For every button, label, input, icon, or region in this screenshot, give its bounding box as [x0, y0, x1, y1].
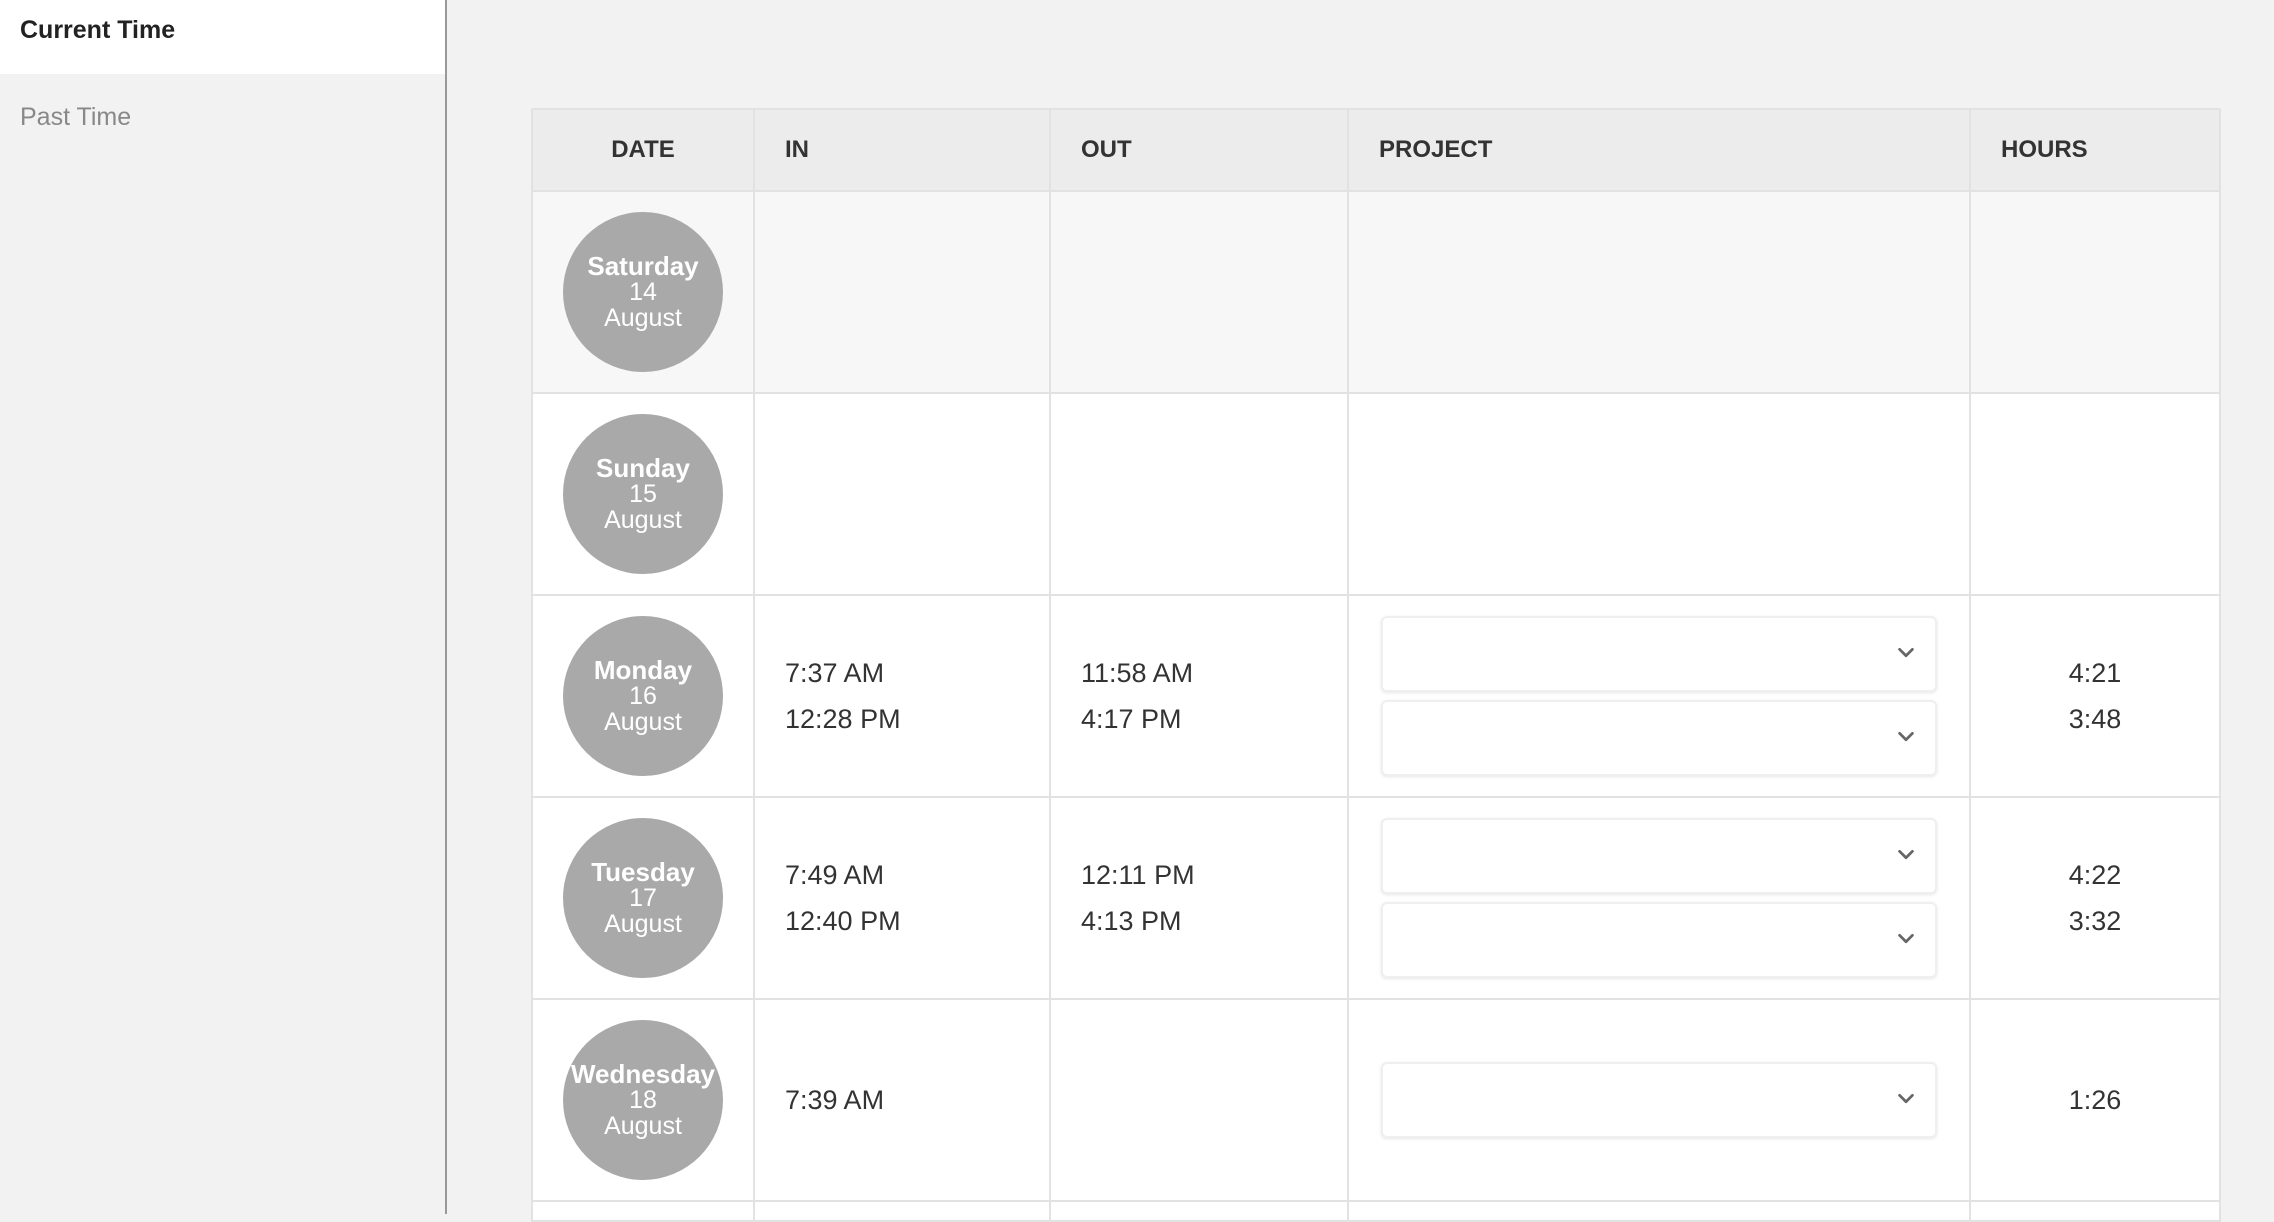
date-weekday: Monday	[593, 655, 693, 685]
table-row: Sunday 15 August	[531, 392, 2221, 596]
time-out: 11:58 AM	[1081, 658, 1194, 688]
project-select[interactable]	[1381, 902, 1937, 978]
time-out: 12:11 PM	[1081, 860, 1195, 890]
date-badge: Wednesday 18 August	[563, 1020, 723, 1180]
date-day-number: 16	[629, 682, 657, 710]
main-content: DATE IN OUT PROJECT HOURS Saturday 14 Au…	[449, 0, 2274, 1222]
date-cell: Tuesday 17 August	[531, 796, 755, 1000]
date-badge: Sunday 15 August	[563, 414, 723, 574]
hours-value: 4:21	[2068, 658, 2122, 688]
date-cell: Saturday 14 August	[531, 190, 755, 394]
hours-cell: 1:26	[1969, 998, 2221, 1202]
project-cell	[1347, 594, 1971, 798]
date-weekday: Saturday	[587, 251, 699, 281]
date-badge: Tuesday 17 August	[563, 818, 723, 978]
chevron-down-icon	[1898, 731, 1914, 742]
project-cell	[1347, 1200, 1971, 1222]
table-row	[531, 1200, 2221, 1222]
hours-cell: 4:22 3:32	[1969, 796, 2221, 1000]
out-cell: 12:11 PM 4:13 PM	[1049, 796, 1349, 1000]
sidebar-item-past-time[interactable]: Past Time	[0, 74, 445, 158]
column-header-in: IN	[753, 108, 1051, 192]
time-out: 4:13 PM	[1081, 906, 1182, 936]
date-cell: Sunday 15 August	[531, 392, 755, 596]
out-cell	[1049, 1200, 1349, 1222]
hours-cell	[1969, 190, 2221, 394]
time-in: 12:28 PM	[785, 704, 901, 734]
in-cell	[753, 190, 1051, 394]
date-badge: Monday 16 August	[563, 616, 723, 776]
project-cell	[1347, 998, 1971, 1202]
date-weekday: Tuesday	[591, 857, 695, 887]
hours-value: 3:32	[2068, 906, 2122, 936]
date-month: August	[604, 506, 682, 534]
project-cell	[1347, 796, 1971, 1000]
table-header-row: DATE IN OUT PROJECT HOURS	[531, 108, 2221, 192]
in-cell	[753, 392, 1051, 596]
time-out: 4:17 PM	[1081, 704, 1182, 734]
project-select[interactable]	[1381, 616, 1937, 692]
out-cell	[1049, 392, 1349, 596]
hours-cell	[1969, 392, 2221, 596]
out-cell	[1049, 998, 1349, 1202]
chevron-down-icon	[1898, 933, 1914, 944]
date-month: August	[604, 910, 682, 938]
date-day-number: 14	[629, 278, 657, 306]
time-in: 7:37 AM	[785, 658, 885, 688]
date-day-number: 18	[629, 1086, 657, 1114]
hours-value: 3:48	[2068, 704, 2122, 734]
column-header-out: OUT	[1049, 108, 1349, 192]
chevron-down-icon	[1898, 1093, 1914, 1104]
table-row: Monday 16 August 7:37 AM 12:28 PM 11:58 …	[531, 594, 2221, 798]
time-in: 7:49 AM	[785, 860, 885, 890]
in-cell	[753, 1200, 1051, 1222]
chevron-down-icon	[1898, 849, 1914, 860]
out-cell: 11:58 AM 4:17 PM	[1049, 594, 1349, 798]
column-header-date: DATE	[531, 108, 755, 192]
in-cell: 7:49 AM 12:40 PM	[753, 796, 1051, 1000]
date-weekday: Wednesday	[570, 1059, 715, 1089]
hours-cell	[1969, 1200, 2221, 1222]
date-month: August	[604, 1112, 682, 1140]
time-in: 7:39 AM	[785, 1085, 885, 1115]
project-select[interactable]	[1381, 1062, 1937, 1138]
date-day-number: 17	[629, 884, 657, 912]
chevron-down-icon	[1898, 647, 1914, 658]
date-day-number: 15	[629, 480, 657, 508]
column-header-hours: HOURS	[1969, 108, 2221, 192]
out-cell	[1049, 190, 1349, 394]
date-cell: Monday 16 August	[531, 594, 755, 798]
sidebar-item-current-time[interactable]: Current Time	[0, 0, 445, 74]
date-weekday: Sunday	[596, 453, 690, 483]
date-cell	[531, 1200, 755, 1222]
table-row: Tuesday 17 August 7:49 AM 12:40 PM 12:11…	[531, 796, 2221, 1000]
timesheet-table: DATE IN OUT PROJECT HOURS Saturday 14 Au…	[531, 108, 2221, 1222]
table-row: Saturday 14 August	[531, 190, 2221, 394]
table-row: Wednesday 18 August 7:39 AM 1:26	[531, 998, 2221, 1202]
in-cell: 7:39 AM	[753, 998, 1051, 1202]
hours-value: 4:22	[2068, 860, 2122, 890]
date-cell: Wednesday 18 August	[531, 998, 755, 1202]
project-select[interactable]	[1381, 700, 1937, 776]
date-badge: Saturday 14 August	[563, 212, 723, 372]
time-in: 12:40 PM	[785, 906, 901, 936]
in-cell: 7:37 AM 12:28 PM	[753, 594, 1051, 798]
hours-value: 1:26	[2068, 1085, 2122, 1115]
hours-cell: 4:21 3:48	[1969, 594, 2221, 798]
project-cell	[1347, 190, 1971, 394]
column-header-project: PROJECT	[1347, 108, 1971, 192]
date-month: August	[604, 304, 682, 332]
project-select[interactable]	[1381, 818, 1937, 894]
project-cell	[1347, 392, 1971, 596]
sidebar: Current Time Past Time	[0, 0, 447, 1214]
date-month: August	[604, 708, 682, 736]
